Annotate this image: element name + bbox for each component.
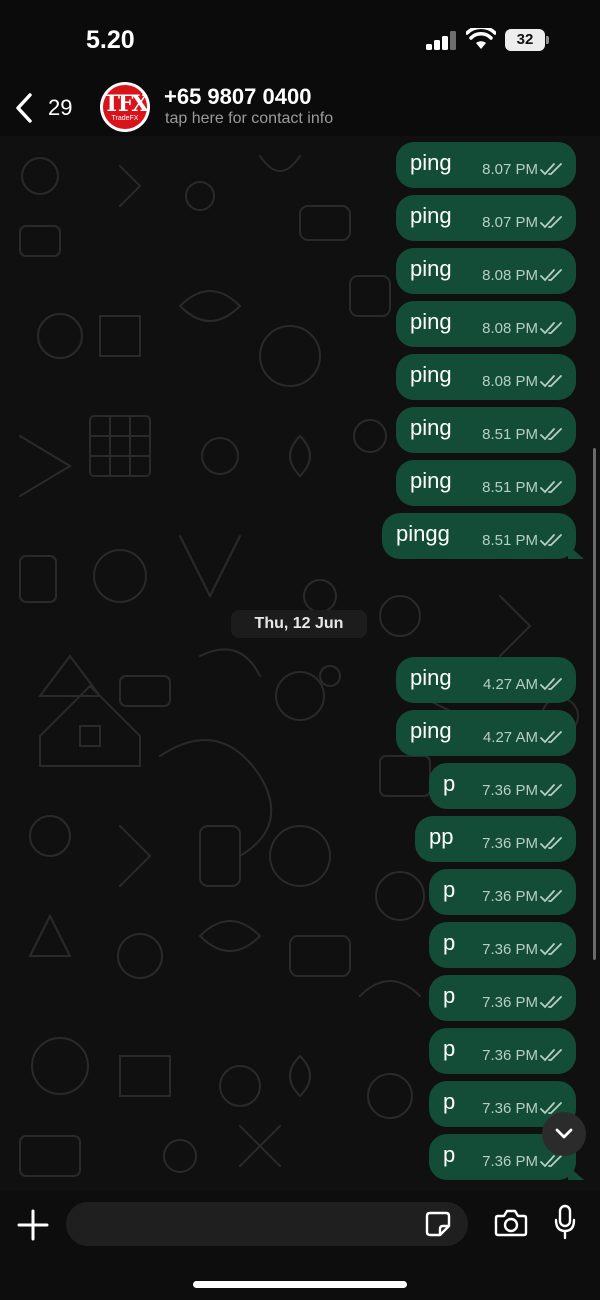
avatar-logo-bg: TFX TradeFX xyxy=(103,85,149,129)
message-text: ping xyxy=(410,309,452,334)
sticker-icon[interactable] xyxy=(424,1210,452,1238)
mic-icon[interactable] xyxy=(554,1204,576,1240)
home-indicator[interactable] xyxy=(193,1281,407,1288)
message-bubble[interactable]: p 7.36 PM xyxy=(429,869,576,915)
double-check-icon xyxy=(540,678,562,691)
camera-icon[interactable] xyxy=(494,1208,528,1238)
message-time: 7.36 PM xyxy=(482,1100,538,1117)
double-check-icon xyxy=(540,784,562,797)
message-bubble[interactable]: ping 8.08 PM xyxy=(396,354,576,400)
date-separator: Thu, 12 Jun xyxy=(231,610,367,638)
message-time: 8.08 PM xyxy=(482,373,538,390)
avatar-logo-sub: TradeFX xyxy=(111,115,139,122)
message-bubble[interactable]: ping 8.08 PM xyxy=(396,248,576,294)
message-time: 8.08 PM xyxy=(482,267,538,284)
contact-info-hint[interactable]: tap here for contact info xyxy=(165,110,333,128)
double-check-icon xyxy=(540,890,562,903)
message-bubble[interactable]: ping 8.07 PM xyxy=(396,195,576,241)
message-bubble[interactable]: p 7.36 PM xyxy=(429,1028,576,1074)
message-time: 4.27 AM xyxy=(482,676,538,693)
message-text: ping xyxy=(410,256,452,281)
message-time: 8.51 PM xyxy=(482,532,538,549)
battery-level: 32 xyxy=(516,31,534,48)
message-text: ping xyxy=(410,150,452,175)
double-check-icon xyxy=(540,163,562,176)
message-time: 8.07 PM xyxy=(482,161,538,178)
message-time: 7.36 PM xyxy=(482,994,538,1011)
double-check-icon xyxy=(540,731,562,744)
double-check-icon xyxy=(540,481,562,494)
message-text: ping xyxy=(410,468,452,493)
double-check-icon xyxy=(540,534,562,547)
message-text: pp xyxy=(429,824,454,849)
message-bubble[interactable]: ping 4.27 AM xyxy=(396,710,576,756)
message-time: 7.36 PM xyxy=(482,888,538,905)
message-text: ping xyxy=(410,203,452,228)
message-time: 8.07 PM xyxy=(482,214,538,231)
message-bubble[interactable]: p 7.36 PM xyxy=(429,763,576,809)
message-time: 7.36 PM xyxy=(482,835,538,852)
message-text: p xyxy=(443,1036,456,1061)
message-time: 8.51 PM xyxy=(482,479,538,496)
chevron-down-icon xyxy=(555,1128,573,1139)
double-check-icon xyxy=(540,837,562,850)
message-text: p xyxy=(443,877,456,902)
status-time: 5.20 xyxy=(86,26,135,54)
message-text: ping xyxy=(410,665,452,690)
plus-icon[interactable] xyxy=(16,1208,50,1242)
message-bubble[interactable]: pingg 8.51 PM xyxy=(382,513,576,559)
message-time: 7.36 PM xyxy=(482,941,538,958)
double-check-icon xyxy=(540,375,562,388)
message-bubble[interactable]: p 7.36 PM xyxy=(429,922,576,968)
scrollbar[interactable] xyxy=(593,448,596,960)
scroll-to-bottom-button[interactable] xyxy=(542,1112,586,1156)
message-text: p xyxy=(443,771,456,796)
wifi-icon xyxy=(466,28,496,49)
message-time: 4.27 AM xyxy=(482,729,538,746)
message-text: ping xyxy=(410,718,452,743)
message-bubble[interactable]: ping 8.07 PM xyxy=(396,142,576,188)
double-check-icon xyxy=(540,269,562,282)
message-time: 7.36 PM xyxy=(482,782,538,799)
double-check-icon xyxy=(540,428,562,441)
message-bubble[interactable]: ping 8.08 PM xyxy=(396,301,576,347)
message-bubble[interactable]: ping 8.51 PM xyxy=(396,407,576,453)
message-input[interactable] xyxy=(66,1202,468,1246)
message-time: 8.08 PM xyxy=(482,320,538,337)
double-check-icon xyxy=(540,322,562,335)
message-bubble[interactable]: pp 7.36 PM xyxy=(415,816,576,862)
message-time: 7.36 PM xyxy=(482,1047,538,1064)
message-text: p xyxy=(443,983,456,1008)
contact-name[interactable]: +65 9807 0400 xyxy=(164,84,311,110)
status-bar: 5.20 32 xyxy=(0,0,600,80)
message-text: pingg xyxy=(396,521,450,546)
unread-count: 29 xyxy=(48,95,73,120)
double-check-icon xyxy=(540,943,562,956)
message-bubble[interactable]: ping 4.27 AM xyxy=(396,657,576,703)
battery-icon: 32 xyxy=(505,29,545,51)
back-button[interactable]: 29 xyxy=(14,88,72,128)
message-bubble[interactable]: ping 8.51 PM xyxy=(396,460,576,506)
double-check-icon xyxy=(540,1049,562,1062)
battery-tip xyxy=(546,36,549,44)
message-text: ping xyxy=(410,362,452,387)
message-text: p xyxy=(443,1142,456,1167)
message-text: p xyxy=(443,1089,456,1114)
double-check-icon xyxy=(540,216,562,229)
message-text: p xyxy=(443,930,456,955)
message-text: ping xyxy=(410,415,452,440)
signal-icon xyxy=(426,30,458,50)
avatar-logo: TFX xyxy=(103,91,148,117)
chat-header: 29 TFX TradeFX +65 9807 0400 tap here fo… xyxy=(0,80,600,136)
avatar[interactable]: TFX TradeFX xyxy=(100,82,150,132)
message-time: 8.51 PM xyxy=(482,426,538,443)
back-chevron-icon xyxy=(16,93,32,123)
message-time: 7.36 PM xyxy=(482,1153,538,1170)
message-bubble[interactable]: p 7.36 PM xyxy=(429,975,576,1021)
double-check-icon xyxy=(540,996,562,1009)
